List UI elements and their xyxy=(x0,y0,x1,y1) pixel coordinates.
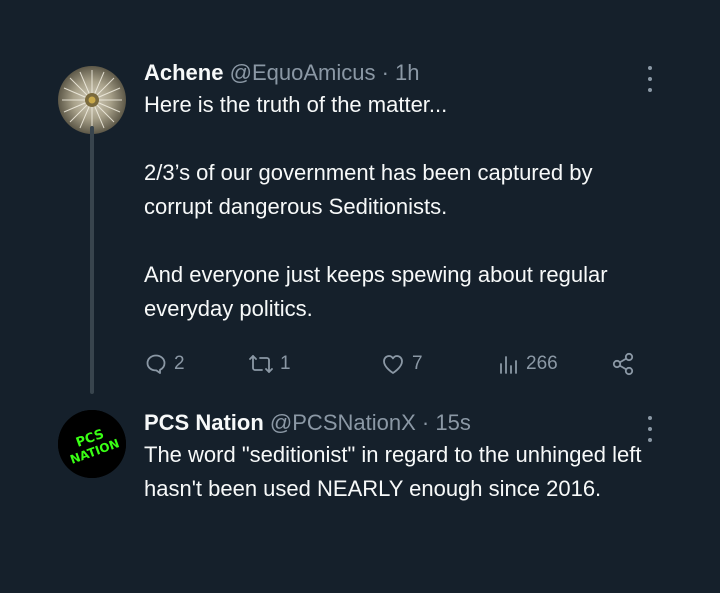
reply-button[interactable]: 2 xyxy=(144,344,185,384)
more-options-icon[interactable] xyxy=(646,416,654,442)
tweet-time[interactable]: 1h xyxy=(395,60,419,85)
avatar-pcs-nation[interactable]: PCS NATION xyxy=(58,410,126,478)
tweet-header: Achene @EquoAmicus · 1h xyxy=(144,58,650,88)
avatar-achene[interactable] xyxy=(58,66,126,134)
author-name[interactable]: Achene xyxy=(144,60,223,85)
like-button[interactable]: 7 xyxy=(380,344,423,384)
tweet-text: The word "seditionist" in regard to the … xyxy=(144,438,650,506)
share-icon xyxy=(612,352,634,376)
header-separator: · xyxy=(421,410,430,435)
more-options-icon[interactable] xyxy=(646,66,654,92)
repost-button[interactable]: 1 xyxy=(248,344,291,384)
repost-count: 1 xyxy=(280,353,291,374)
author-handle[interactable]: @EquoAmicus xyxy=(230,60,376,85)
view-count: 266 xyxy=(526,353,558,374)
tweet-paragraph: Here is the truth of the matter... xyxy=(144,92,448,117)
header-separator: · xyxy=(381,60,389,85)
author-handle[interactable]: @PCSNationX xyxy=(270,410,416,435)
tweet-achene[interactable]: Achene @EquoAmicus · 1h Here is the trut… xyxy=(0,52,720,394)
tweet-paragraph: 2/3’s of our government has been capture… xyxy=(144,160,593,219)
views-button[interactable]: 266 xyxy=(496,344,558,384)
like-count: 7 xyxy=(412,353,423,374)
analytics-icon xyxy=(500,356,517,374)
share-button[interactable] xyxy=(610,344,636,384)
tweet-header: PCS Nation @PCSNationX · 15s xyxy=(144,408,650,438)
heart-icon xyxy=(383,355,403,374)
reply-count: 2 xyxy=(174,353,185,374)
author-name[interactable]: PCS Nation xyxy=(144,410,264,435)
reply-icon xyxy=(146,354,166,374)
tweet-time[interactable]: 15s xyxy=(435,410,470,435)
pcs-nation-logo-icon: PCS NATION xyxy=(58,410,126,478)
repost-icon xyxy=(249,355,273,373)
thread-line xyxy=(90,126,94,394)
dandelion-avatar-icon xyxy=(58,66,126,134)
tweet-pcs-nation[interactable]: PCS NATION PCS Nation @PCSNationX · 15s … xyxy=(0,400,720,590)
tweet-paragraph: The word "seditionist" in regard to the … xyxy=(144,442,642,501)
tweet-text: Here is the truth of the matter... 2/3’s… xyxy=(144,88,650,326)
tweet-actions: 2 1 7 266 xyxy=(144,344,644,384)
tweet-paragraph: And everyone just keeps spewing about re… xyxy=(144,262,608,321)
